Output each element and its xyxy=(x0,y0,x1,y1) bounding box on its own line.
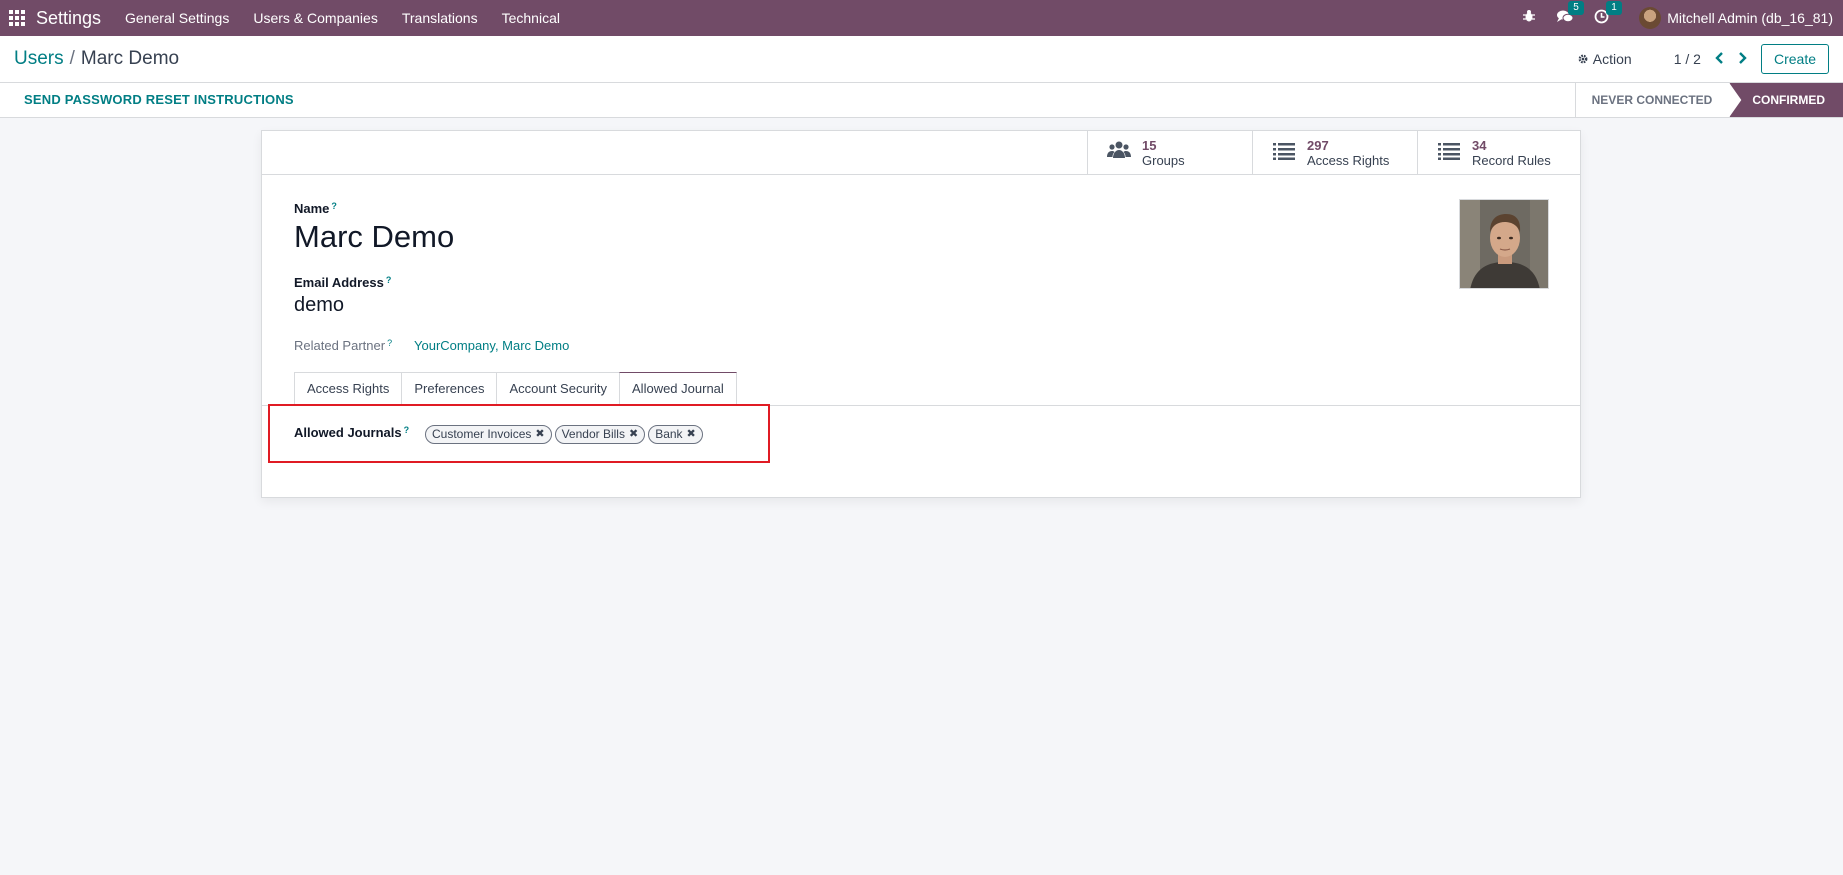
help-icon[interactable]: ? xyxy=(387,338,392,348)
tab-account-security[interactable]: Account Security xyxy=(496,372,620,406)
status-bar: SEND PASSWORD RESET INSTRUCTIONS NEVER C… xyxy=(0,83,1843,118)
bug-icon[interactable] xyxy=(1522,9,1536,27)
groups-smart-button[interactable]: 15 Groups xyxy=(1087,131,1252,175)
state-confirmed[interactable]: CONFIRMED xyxy=(1729,83,1843,117)
top-navbar: Settings General Settings Users & Compan… xyxy=(0,0,1843,36)
record-rules-smart-button[interactable]: 34 Record Rules xyxy=(1417,131,1580,175)
action-label: Action xyxy=(1592,51,1632,67)
journal-tag: Bank ✖ xyxy=(648,425,703,444)
pager-value[interactable]: 1 / 2 xyxy=(1674,51,1701,67)
notebook-tabs: Access Rights Preferences Account Securi… xyxy=(294,372,737,406)
chat-icon[interactable]: 5 xyxy=(1556,0,1584,28)
user-photo[interactable] xyxy=(1459,199,1549,289)
help-icon[interactable]: ? xyxy=(404,425,410,435)
chevron-right-icon xyxy=(1739,52,1747,64)
help-icon[interactable]: ? xyxy=(331,201,337,211)
allowed-journals-label: Allowed Journals? xyxy=(294,425,410,440)
breadcrumb: Users / Marc Demo xyxy=(14,48,179,70)
pager-next-button[interactable] xyxy=(1738,51,1747,67)
app-name[interactable]: Settings xyxy=(36,8,101,29)
list-icon xyxy=(1271,140,1297,166)
menu-technical[interactable]: Technical xyxy=(502,10,560,26)
messages-badge: 5 xyxy=(1568,0,1584,15)
activities-badge: 1 xyxy=(1606,0,1622,15)
chevron-left-icon xyxy=(1715,52,1723,64)
journal-tag: Vendor Bills ✖ xyxy=(554,425,646,444)
email-field[interactable]: demo xyxy=(294,294,344,317)
user-name: Mitchell Admin (db_16_81) xyxy=(1667,10,1833,26)
state-never-connected[interactable]: NEVER CONNECTED xyxy=(1574,83,1731,117)
tab-access-rights[interactable]: Access Rights xyxy=(294,372,402,406)
form-sheet: 15 Groups 297 Access Rights 34 Record Ru… xyxy=(261,130,1581,498)
apps-grid-icon[interactable] xyxy=(0,0,34,36)
breadcrumb-separator: / xyxy=(69,48,75,69)
email-label: Email Address? xyxy=(294,275,392,290)
groups-label: Groups xyxy=(1142,153,1185,168)
allowed-journals-field[interactable]: Customer Invoices ✖ Vendor Bills ✖ Bank … xyxy=(425,425,703,444)
user-menu[interactable]: Mitchell Admin (db_16_81) xyxy=(1639,7,1833,29)
tab-preferences[interactable]: Preferences xyxy=(401,372,497,406)
users-icon xyxy=(1106,140,1132,166)
clock-icon[interactable]: 1 xyxy=(1594,0,1622,28)
record-rules-label: Record Rules xyxy=(1472,153,1551,168)
gear-icon xyxy=(1578,54,1588,64)
help-icon[interactable]: ? xyxy=(386,275,392,285)
menu-users-companies[interactable]: Users & Companies xyxy=(253,10,378,26)
breadcrumb-users[interactable]: Users xyxy=(14,48,64,69)
smart-button-box: 15 Groups 297 Access Rights 34 Record Ru… xyxy=(262,131,1580,175)
tag-label: Vendor Bills xyxy=(561,427,625,441)
avatar xyxy=(1639,7,1662,29)
tag-remove-icon[interactable]: ✖ xyxy=(629,426,638,443)
journal-tag: Customer Invoices ✖ xyxy=(425,425,552,444)
tab-allowed-journal[interactable]: Allowed Journal xyxy=(619,372,737,406)
pager-previous-button[interactable] xyxy=(1715,51,1724,67)
tag-remove-icon[interactable]: ✖ xyxy=(687,426,696,443)
tag-label: Bank xyxy=(655,427,683,441)
related-partner-label: Related Partner? xyxy=(294,338,393,353)
access-rights-count: 297 xyxy=(1307,138,1329,153)
breadcrumb-current: Marc Demo xyxy=(80,48,180,69)
access-rights-smart-button[interactable]: 297 Access Rights xyxy=(1252,131,1417,175)
name-field[interactable]: Marc Demo xyxy=(294,219,454,255)
name-label: Name? xyxy=(294,201,337,216)
menu-general-settings[interactable]: General Settings xyxy=(125,10,229,26)
status-pipeline: NEVER CONNECTED CONFIRMED xyxy=(1574,83,1843,117)
record-rules-count: 34 xyxy=(1472,138,1487,153)
list-icon xyxy=(1436,140,1462,166)
access-rights-label: Access Rights xyxy=(1307,153,1390,168)
tag-remove-icon[interactable]: ✖ xyxy=(535,426,544,443)
tag-label: Customer Invoices xyxy=(432,427,532,441)
control-panel: Users / Marc Demo Action 1 / 2 Create xyxy=(0,36,1843,83)
menu-translations[interactable]: Translations xyxy=(402,10,478,26)
related-partner-link[interactable]: YourCompany, Marc Demo xyxy=(414,338,569,353)
create-button[interactable]: Create xyxy=(1760,44,1829,74)
send-password-reset-button[interactable]: SEND PASSWORD RESET INSTRUCTIONS xyxy=(24,92,294,107)
action-menu-button[interactable]: Action xyxy=(1577,51,1632,67)
groups-count: 15 xyxy=(1142,138,1157,153)
